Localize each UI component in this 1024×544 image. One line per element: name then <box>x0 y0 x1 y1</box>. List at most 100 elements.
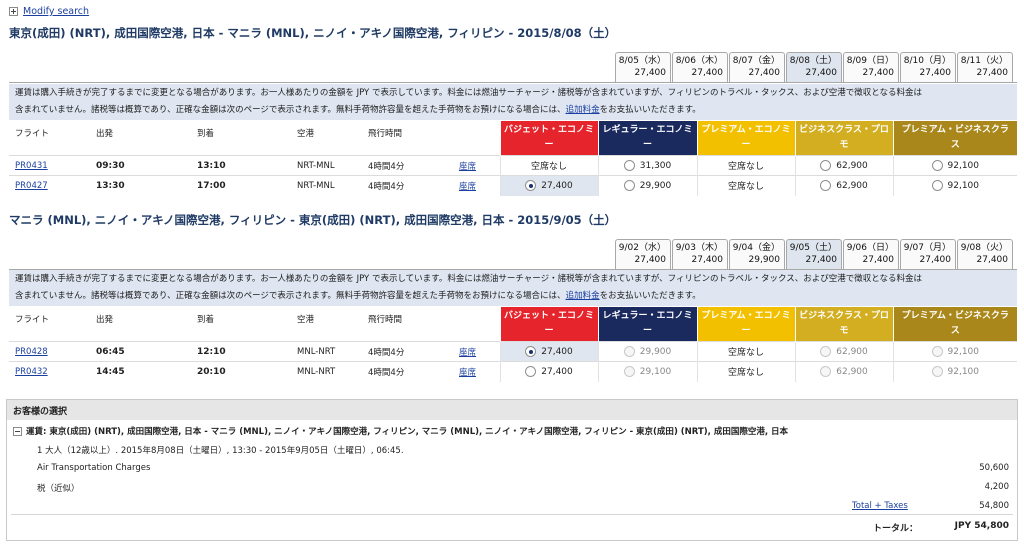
modify-search[interactable]: Modify search <box>9 5 89 18</box>
seat-col-header <box>453 307 500 342</box>
date-tab[interactable]: 8/10（月） 27,400 <box>900 52 956 82</box>
fare-radio[interactable] <box>931 160 943 171</box>
inbound-date-tabs: 9/02（水） 27,400 9/03（木） 27,400 9/04（金） 29,900 9… <box>615 239 1013 269</box>
date-tab-date: 9/02（水） <box>618 243 666 253</box>
notice-text: をお支払いいただきます。 <box>599 291 701 301</box>
tax-label: 税（近似） <box>37 484 80 494</box>
total-taxes-value: 54,800 <box>979 501 1009 511</box>
fare-radio[interactable] <box>623 180 635 192</box>
notice-text: 運賃は購入手続きが完了するまでに変更となる場合があります。お一人様あたりの金額を… <box>15 274 922 284</box>
date-tab[interactable]: 9/03（木） 27,400 <box>672 239 728 269</box>
expand-icon[interactable] <box>9 7 18 16</box>
divider <box>11 514 1013 515</box>
flight-row: PR0431 09:30 13:10 NRT-MNL 4時間4分 座席 空席なし 31,300… <box>9 155 1017 176</box>
fare-cell: 29,900 <box>597 341 697 362</box>
fare-price: 62,900 <box>836 367 868 378</box>
collapse-icon[interactable] <box>13 426 22 436</box>
flight-number-cell: PR0427 <box>9 175 90 196</box>
divider <box>9 82 1017 83</box>
grand-total-value: JPY 54,800 <box>954 521 1009 531</box>
fare-cell[interactable]: 92,100 <box>892 175 1017 196</box>
fare-cell: 空席なし <box>499 155 598 176</box>
fare-price: 29,900 <box>639 181 672 192</box>
date-tab[interactable]: 9/07（月） 27,400 <box>900 239 956 269</box>
notice-text: 含まれていません。諸税等は概算であり、正確な金額は次のページで表示されます。無料… <box>15 291 566 301</box>
date-tab-date: 8/11（火） <box>960 56 1008 66</box>
fare-price: 92,100 <box>947 161 980 171</box>
date-tab[interactable]: 9/04（金） 29,900 <box>729 239 785 269</box>
flight-row: PR0432 14:45 20:10 MNL-NRT 4時間4分 座席 27,400 29,1… <box>9 361 1017 382</box>
extra-fee-link[interactable]: 追加料金 <box>566 291 600 301</box>
date-tab[interactable]: 9/05（土） 27,400 <box>786 239 842 269</box>
date-tab[interactable]: 8/09（日） 27,400 <box>843 52 899 82</box>
date-tab-date: 8/09（日） <box>846 56 894 66</box>
date-tab[interactable]: 8/06（木） 27,400 <box>672 52 728 82</box>
col-flight-header: フライト <box>15 315 50 325</box>
table-header-row: フライト 出発 到着 空港 飛行時間 バジェット・エコノミーレギュラー・エコノミープレミア… <box>9 307 1017 342</box>
outbound-flight-table: フライト 出発 到着 空港 飛行時間 バジェット・エコノミーレギュラー・エコノミープレミア… <box>9 121 1017 196</box>
cabin-header-label: プレミアム・エコノミ <box>701 311 791 321</box>
fare-price: 92,100 <box>947 181 980 192</box>
fare-radio[interactable] <box>623 160 635 171</box>
date-tab[interactable]: 8/05（水） 27,400 <box>615 52 671 82</box>
flight-duration: 4時間4分 <box>362 155 453 176</box>
date-tab[interactable]: 8/07（金） 27,400 <box>729 52 785 82</box>
fare-cell: 空席なし <box>696 175 795 196</box>
fare-cell: 空席なし <box>696 341 795 362</box>
flight-number-link[interactable]: PR0428 <box>15 347 48 357</box>
fare-cell[interactable]: 62,900 <box>794 175 893 196</box>
date-tab-date: 8/08（土） <box>789 56 837 66</box>
fare-price: 27,400 <box>541 181 573 192</box>
cabin-header-label: モ <box>839 326 849 336</box>
flight-number-link[interactable]: PR0431 <box>15 161 48 171</box>
fare-radio[interactable] <box>525 346 537 357</box>
cabin-header-label: モ <box>839 140 849 150</box>
cabin-header-label: ス <box>950 326 960 336</box>
fare-price: 92,100 <box>947 367 980 378</box>
seat-map-link[interactable]: 座席 <box>459 348 476 358</box>
cabin-header-label: レギュラー・エコノミ <box>602 125 693 135</box>
date-tab[interactable]: 9/06（日） 27,400 <box>843 239 899 269</box>
fare-radio[interactable] <box>525 180 537 192</box>
fare-cell[interactable]: 31,300 <box>597 155 697 176</box>
seat-map-link[interactable]: 座席 <box>459 368 476 378</box>
arrive-time: 13:10 <box>191 155 291 176</box>
date-tab-price: 29,900 <box>748 255 781 265</box>
fare-radio[interactable] <box>525 366 537 378</box>
fare-cell[interactable]: 92,100 <box>892 155 1017 176</box>
cabin-header: レギュラー・エコノミー <box>597 121 697 156</box>
fare-radio[interactable] <box>820 180 832 192</box>
modify-search-link[interactable]: Modify search <box>23 6 89 17</box>
fare-cell[interactable]: 27,400 <box>499 175 598 196</box>
fare-cell[interactable]: 27,400 <box>499 361 598 382</box>
date-tab[interactable]: 9/08（火） 27,400 <box>957 239 1013 269</box>
depart-time: 06:45 <box>90 341 191 362</box>
fare-cell[interactable]: 27,400 <box>499 341 598 362</box>
fare-radio <box>820 346 832 357</box>
date-tab[interactable]: 8/08（土） 27,400 <box>786 52 842 82</box>
air-charges-value: 50,600 <box>979 463 1009 473</box>
fare-cell[interactable]: 29,900 <box>597 175 697 196</box>
flight-number-link[interactable]: PR0427 <box>15 181 48 191</box>
date-tab-price: 27,400 <box>805 255 838 265</box>
extra-fee-link[interactable]: 追加料金 <box>566 105 600 115</box>
arrive-time: 17:00 <box>191 175 291 196</box>
fare-radio <box>931 346 943 357</box>
fare-radio[interactable] <box>820 160 832 171</box>
fare-price: 62,900 <box>836 347 868 357</box>
seat-map-link[interactable]: 座席 <box>459 182 476 192</box>
flight-row: PR0428 06:45 12:10 MNL-NRT 4時間4分 座席 27,400 29,9… <box>9 341 1017 362</box>
date-tab-price: 27,400 <box>862 68 895 78</box>
cabin-header: レギュラー・エコノミー <box>597 307 697 342</box>
total-taxes-link[interactable]: Total + Taxes <box>852 501 908 511</box>
date-tab[interactable]: 8/11（火） 27,400 <box>957 52 1013 82</box>
date-tab[interactable]: 9/02（水） 27,400 <box>615 239 671 269</box>
fare-radio[interactable] <box>931 180 943 192</box>
fare-cell: 29,100 <box>597 361 697 382</box>
flight-number-link[interactable]: PR0432 <box>15 367 48 377</box>
date-tab-price: 27,400 <box>634 68 667 78</box>
fare-cell: 92,100 <box>892 361 1017 382</box>
seat-map-link[interactable]: 座席 <box>459 162 476 172</box>
cabin-header-label: ビジネスクラス・プロ <box>799 311 889 321</box>
fare-cell[interactable]: 62,900 <box>794 155 893 176</box>
